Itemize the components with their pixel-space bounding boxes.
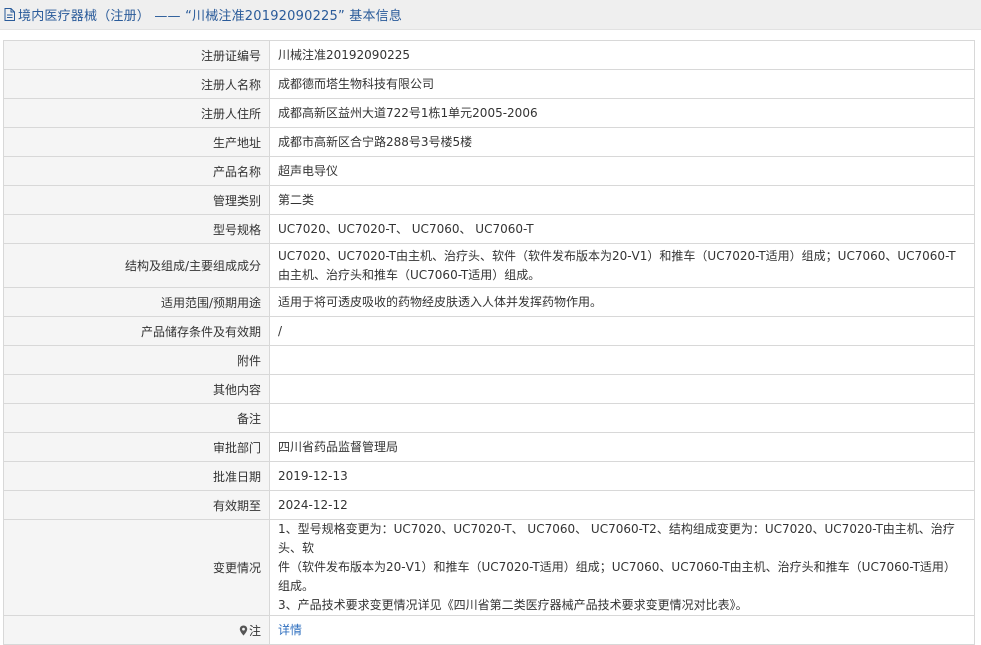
field-label: 产品储存条件及有效期 (3, 316, 270, 346)
table-row-intended-use: 适用范围/预期用途 适用于将可透皮吸收的药物经皮肤透入人体并发挥药物作用。 (3, 287, 975, 317)
table-row-model-spec: 型号规格 UC7020、UC7020-T、 UC7060、 UC7060-T (3, 214, 975, 244)
table-row-remarks: 备注 (3, 403, 975, 433)
field-value: / (269, 316, 975, 346)
field-label: 管理类别 (3, 185, 270, 215)
field-value: 第二类 (269, 185, 975, 215)
table-row-change: 变更情况 1、型号规格变更为：UC7020、UC7020-T、 UC7060、 … (3, 519, 975, 616)
table-row-other: 其他内容 (3, 374, 975, 404)
field-label: 备注 (3, 403, 270, 433)
field-label: 审批部门 (3, 432, 270, 462)
document-icon (4, 7, 16, 22)
table-row-approval-date: 批准日期 2019-12-13 (3, 461, 975, 491)
field-label: 变更情况 (3, 519, 270, 616)
field-value: 四川省药品监督管理局 (269, 432, 975, 462)
field-value: UC7020、UC7020-T、 UC7060、 UC7060-T (269, 214, 975, 244)
field-value: 成都德而塔生物科技有限公司 (269, 69, 975, 99)
table-row-storage: 产品储存条件及有效期 / (3, 316, 975, 346)
table-row-registrant-name: 注册人名称 成都德而塔生物科技有限公司 (3, 69, 975, 99)
change-line: 1、型号规格变更为：UC7020、UC7020-T、 UC7060、 UC706… (278, 522, 955, 555)
field-label: 其他内容 (3, 374, 270, 404)
table-row-valid-until: 有效期至 2024-12-12 (3, 490, 975, 520)
field-label: 型号规格 (3, 214, 270, 244)
map-pin-icon (239, 625, 248, 636)
table-row-production-address: 生产地址 成都市高新区合宁路288号3号楼5楼 (3, 127, 975, 157)
field-label: 注册证编号 (3, 40, 270, 70)
field-label: 注册人名称 (3, 69, 270, 99)
field-label: 注册人住所 (3, 98, 270, 128)
field-value: 成都市高新区合宁路288号3号楼5楼 (269, 127, 975, 157)
table-row-reg-number: 注册证编号 川械注准20192090225 (3, 40, 975, 70)
change-line: 件（软件发布版本为20-V1）和推车（UC7020-T适用）组成；UC7060、… (278, 560, 956, 593)
field-label: 附件 (3, 345, 270, 375)
field-value: 2024-12-12 (269, 490, 975, 520)
change-value: 1、型号规格变更为：UC7020、UC7020-T、 UC7060、 UC706… (269, 519, 975, 616)
table-row-attachment: 附件 (3, 345, 975, 375)
field-value: 成都高新区益州大道722号1栋1单元2005-2006 (269, 98, 975, 128)
field-value: 2019-12-13 (269, 461, 975, 491)
field-value: UC7020、UC7020-T由主机、治疗头、软件（软件发布版本为20-V1）和… (269, 243, 975, 288)
page-header: 境内医疗器械（注册） —— “川械注准20192090225” 基本信息 (0, 0, 981, 30)
field-label: 结构及组成/主要组成成分 (3, 243, 270, 288)
table-row-management-class: 管理类别 第二类 (3, 185, 975, 215)
note-label: 注 (248, 623, 261, 638)
field-label: 批准日期 (3, 461, 270, 491)
table-row-approval-dept: 审批部门 四川省药品监督管理局 (3, 432, 975, 462)
table-row-registrant-address: 注册人住所 成都高新区益州大道722号1栋1单元2005-2006 (3, 98, 975, 128)
table-row-structure: 结构及组成/主要组成成分 UC7020、UC7020-T由主机、治疗头、软件（软… (3, 243, 975, 288)
field-label: 产品名称 (3, 156, 270, 186)
table-row-product-name: 产品名称 超声电导仪 (3, 156, 975, 186)
field-label: 有效期至 (3, 490, 270, 520)
field-value: 超声电导仪 (269, 156, 975, 186)
change-line: 3、产品技术要求变更情况详见《四川省第二类医疗器械产品技术要求变更情况对比表》。 (278, 598, 748, 612)
field-value (269, 374, 975, 404)
field-value: 川械注准20192090225 (269, 40, 975, 70)
field-label: 适用范围/预期用途 (3, 287, 270, 317)
info-table: 注册证编号 川械注准20192090225 注册人名称 成都德而塔生物科技有限公… (3, 40, 975, 645)
field-label: 生产地址 (3, 127, 270, 157)
field-value: 适用于将可透皮吸收的药物经皮肤透入人体并发挥药物作用。 (269, 287, 975, 317)
field-value (269, 403, 975, 433)
page-title: 境内医疗器械（注册） —— “川械注准20192090225” 基本信息 (18, 9, 403, 24)
field-value (269, 345, 975, 375)
details-link[interactable]: 详情 (278, 623, 302, 637)
